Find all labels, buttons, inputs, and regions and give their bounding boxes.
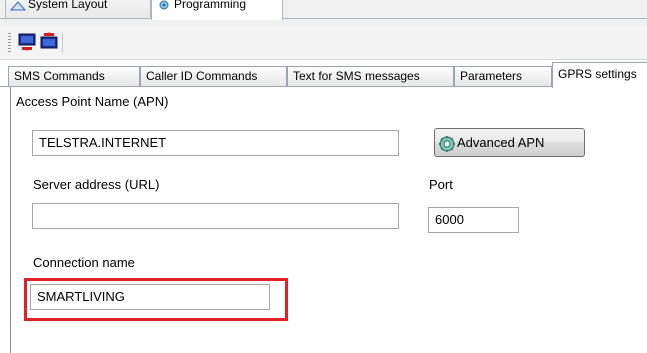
tab-strip-divider [0, 18, 647, 19]
connection-name-label: Connection name [33, 255, 135, 270]
port-field[interactable]: 6000 [428, 207, 519, 233]
settings-tab-strip: SMS Commands Caller ID Commands Text for… [0, 62, 647, 88]
tab-system-layout[interactable]: System Layout [5, 0, 151, 18]
apn-label: Access Point Name (APN) [16, 94, 169, 109]
upload-from-panel-icon[interactable] [38, 31, 60, 53]
tab-programming[interactable]: Programming [151, 0, 283, 20]
highlight-box [24, 278, 288, 321]
server-address-label: Server address (URL) [33, 177, 160, 192]
toolbar [0, 27, 647, 60]
advanced-apn-button[interactable]: Advanced APN [434, 128, 585, 157]
apn-field[interactable]: TELSTRA.INTERNET [32, 130, 399, 156]
system-layout-icon [10, 1, 26, 11]
tab-caller-id-commands[interactable]: Caller ID Commands [140, 66, 287, 87]
port-label: Port [429, 177, 453, 192]
gear-network-icon [439, 135, 455, 152]
tab-programming-label: Programming [174, 0, 247, 11]
tab-text-for-sms-messages[interactable]: Text for SMS messages [287, 66, 454, 87]
toolbar-separator [62, 33, 63, 53]
programming-icon [159, 0, 169, 10]
tab-gprs-settings[interactable]: GPRS settings [552, 62, 647, 88]
main-tab-strip: System Layout Programming [0, 0, 647, 27]
server-address-field[interactable] [32, 203, 399, 229]
tab-sms-commands[interactable]: SMS Commands [8, 66, 140, 87]
tab-parameters[interactable]: Parameters [454, 66, 552, 87]
advanced-apn-label: Advanced APN [457, 135, 545, 150]
download-to-panel-icon[interactable] [16, 31, 38, 53]
toolbar-grip[interactable] [8, 33, 11, 53]
tab-system-layout-label: System Layout [28, 0, 108, 11]
